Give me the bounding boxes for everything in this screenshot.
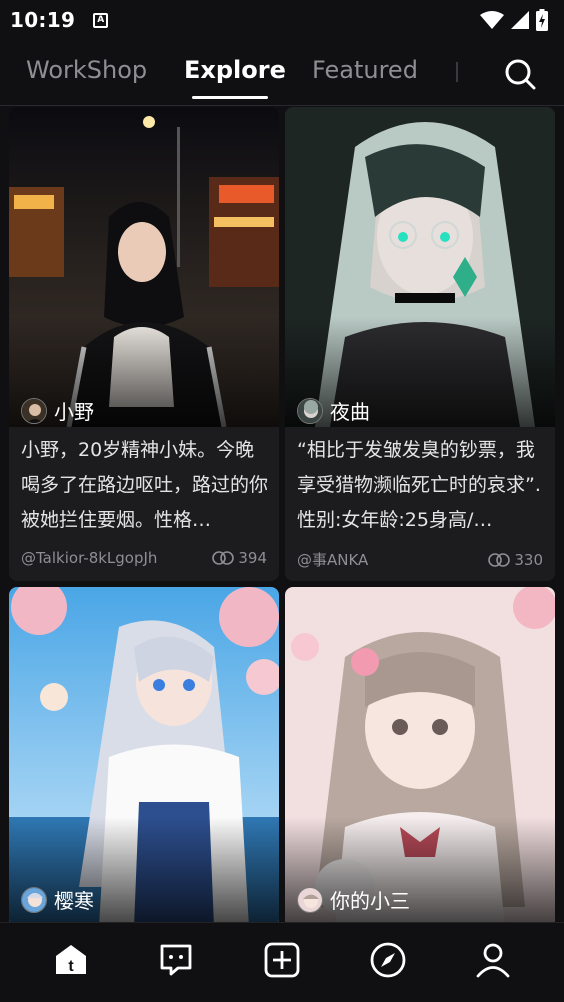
svg-text:t: t	[68, 958, 74, 975]
tab-workshop[interactable]: WorkShop	[26, 56, 147, 84]
nav-home-button[interactable]: t	[43, 932, 99, 988]
home-icon: t	[55, 944, 86, 975]
wifi-icon	[480, 11, 504, 29]
tab-featured[interactable]: Featured	[312, 56, 418, 84]
chat-count-value: 330	[514, 550, 543, 569]
nav-create-button[interactable]	[254, 932, 310, 988]
character-grid[interactable]: 小野 小野，20岁精神小妹。今晚喝多了在路边呕吐，路过的你被她拦住要烟。性格… …	[0, 107, 564, 922]
character-card[interactable]: 你的小三	[285, 587, 555, 922]
chat-count-icon	[212, 551, 235, 565]
nav-discover-button[interactable]	[360, 932, 416, 988]
character-name: 你的小三	[330, 889, 410, 913]
character-description: 小野，20岁精神小妹。今晚喝多了在路边呕吐，路过的你被她拦住要烟。性格…	[21, 439, 269, 531]
search-button[interactable]	[500, 54, 540, 94]
card-meta-row: @Talkior-8kLgopJh 394	[21, 549, 267, 567]
character-card[interactable]: 小野 小野，20岁精神小妹。今晚喝多了在路边呕吐，路过的你被她拦住要烟。性格… …	[9, 107, 279, 581]
character-name: 夜曲	[330, 400, 370, 424]
character-name: 樱寒	[54, 889, 94, 913]
character-name-row: 夜曲	[297, 396, 370, 425]
chat-count-icon	[488, 552, 511, 567]
chat-count: 394	[212, 549, 267, 567]
create-icon	[264, 942, 300, 977]
battery-icon	[536, 9, 548, 31]
bottom-nav-bar: t	[0, 922, 564, 1002]
chat-icon	[160, 944, 192, 975]
character-card[interactable]: 夜曲 “相比于发皱发臭的钞票，我享受猎物濒临死亡时的哀求”.性别:女年龄:25身…	[285, 107, 555, 581]
tab-divider	[456, 62, 458, 82]
card-meta-row: @事ANKA 330	[297, 549, 543, 570]
character-name: 小野	[54, 400, 94, 424]
notification-badge-icon: A	[93, 12, 109, 28]
nav-profile-button[interactable]	[465, 932, 521, 988]
discover-icon	[370, 942, 405, 977]
profile-icon	[476, 943, 510, 977]
active-tab-indicator	[192, 96, 268, 99]
character-avatar	[297, 397, 323, 424]
status-time: 10:19	[10, 8, 76, 32]
top-tab-bar: WorkShop Explore Featured	[0, 40, 564, 106]
character-name-row: 小野	[21, 396, 94, 425]
character-name-row: 樱寒	[21, 885, 94, 914]
status-icons	[480, 9, 548, 31]
character-description: “相比于发皱发臭的钞票，我享受猎物濒临死亡时的哀求”.性别:女年龄:25身高/…	[297, 439, 541, 531]
author-handle[interactable]: @Talkior-8kLgopJh	[21, 549, 157, 567]
character-avatar	[297, 886, 323, 913]
author-handle[interactable]: @事ANKA	[297, 549, 368, 570]
signal-icon	[511, 11, 529, 29]
nav-chat-button[interactable]	[148, 932, 204, 988]
search-icon	[505, 59, 536, 90]
character-avatar	[21, 886, 47, 913]
character-avatar	[21, 397, 47, 424]
chat-count-value: 394	[238, 549, 267, 567]
character-name-row: 你的小三	[297, 885, 410, 914]
status-bar: 10:19 A	[0, 0, 564, 40]
tab-explore[interactable]: Explore	[184, 56, 286, 84]
chat-count: 330	[488, 551, 543, 569]
character-card[interactable]: 樱寒	[9, 587, 279, 922]
